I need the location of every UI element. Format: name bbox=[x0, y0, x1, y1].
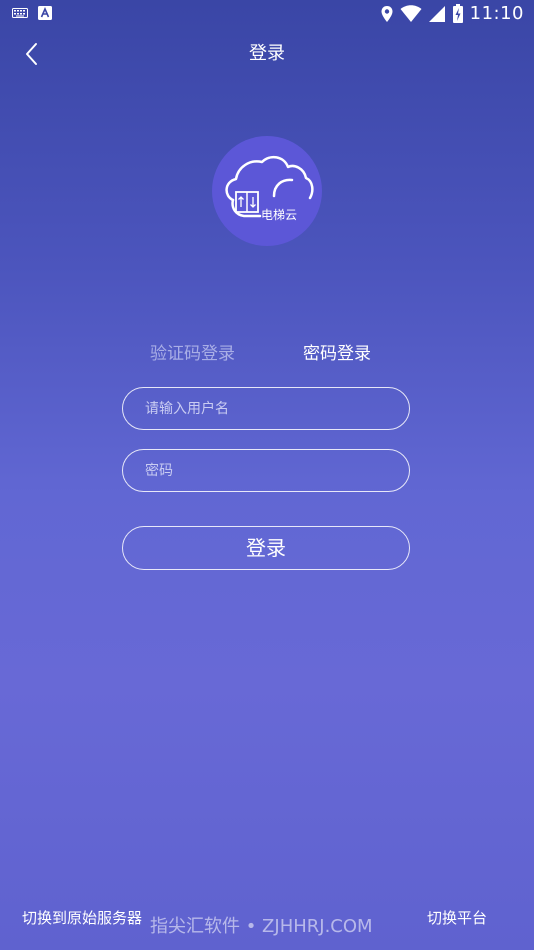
page-title: 登录 bbox=[249, 43, 285, 64]
logo-text: 电梯云 bbox=[261, 208, 298, 222]
status-right-icons: 11:10 bbox=[380, 3, 524, 25]
a-notification-icon bbox=[38, 6, 52, 20]
tab-password-login[interactable]: 密码登录 bbox=[303, 342, 371, 366]
battery-charging-icon bbox=[452, 4, 463, 23]
keyboard-icon bbox=[12, 8, 28, 18]
tab-sms-code-login[interactable]: 验证码登录 bbox=[150, 342, 235, 366]
elevator-icon bbox=[235, 191, 259, 213]
username-input[interactable] bbox=[145, 388, 395, 429]
status-time: 11:10 bbox=[469, 3, 524, 24]
login-button[interactable]: 登录 bbox=[122, 526, 410, 570]
status-left-icons bbox=[12, 6, 52, 20]
signal-icon bbox=[428, 6, 445, 22]
login-mode-tabs: 验证码登录 密码登录 bbox=[0, 342, 534, 368]
location-icon bbox=[381, 6, 393, 22]
app-logo: 电梯云 bbox=[212, 136, 322, 246]
password-field bbox=[122, 449, 410, 492]
header: 登录 bbox=[0, 30, 534, 78]
wifi-icon bbox=[400, 5, 422, 22]
username-field bbox=[122, 387, 410, 430]
switch-platform-link[interactable]: 切换平台 bbox=[427, 908, 487, 928]
watermark: 指尖汇软件 • ZJHHRJ.COM bbox=[150, 916, 373, 937]
status-bar: 11:10 bbox=[0, 0, 534, 28]
switch-server-link[interactable]: 切换到原始服务器 bbox=[22, 908, 142, 928]
password-input[interactable] bbox=[145, 450, 395, 491]
